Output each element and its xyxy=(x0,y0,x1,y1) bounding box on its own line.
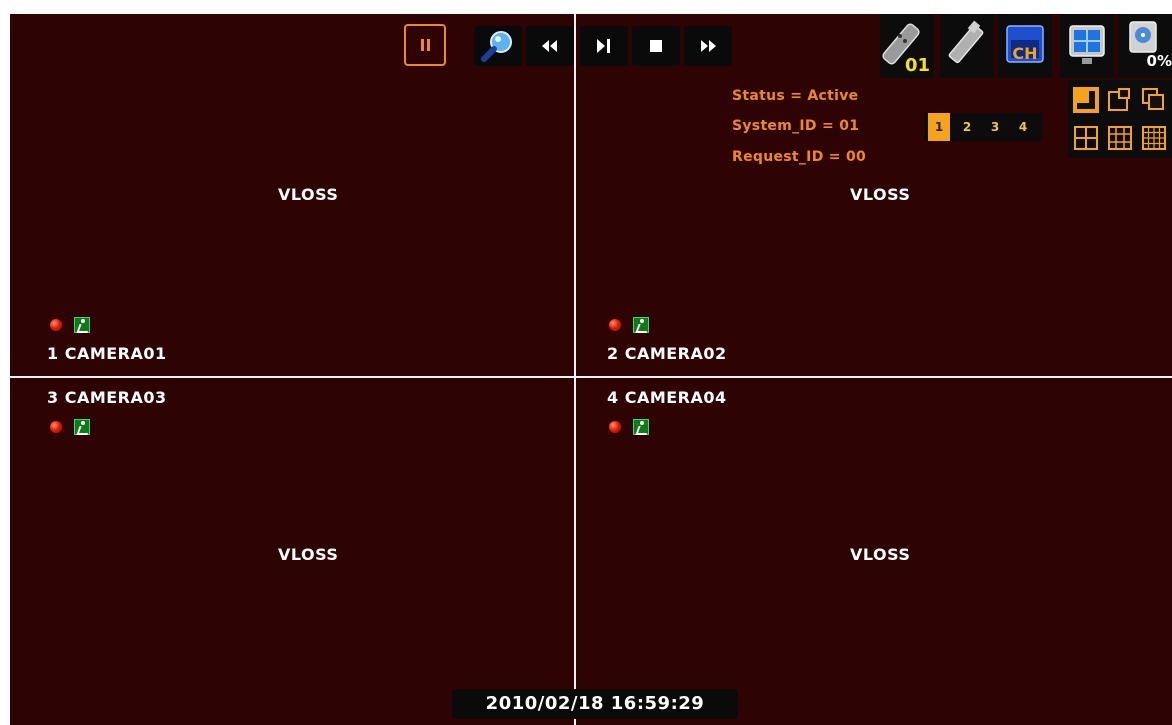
play-pause-icon xyxy=(597,39,610,53)
channel-status[interactable]: CH xyxy=(998,14,1052,78)
system-id-text: System_ID = 01 xyxy=(732,118,860,134)
rewind-icon xyxy=(542,40,557,52)
monitor-icon xyxy=(1069,25,1105,64)
play-pause-button[interactable] xyxy=(580,26,628,66)
record-indicator-icon xyxy=(50,319,62,331)
layout-9-split-icon[interactable] xyxy=(1106,124,1134,152)
page-button-1[interactable]: 1 xyxy=(928,113,950,141)
camera-label: 3 CAMERA03 xyxy=(47,388,167,407)
motion-detect-icon xyxy=(633,317,649,333)
video-loss-label: VLOSS xyxy=(278,185,339,204)
grid-divider-horizontal xyxy=(10,376,1172,378)
camera-label: 4 CAMERA04 xyxy=(607,388,727,407)
camera-label: 2 CAMERA02 xyxy=(607,344,727,363)
video-loss-label: VLOSS xyxy=(278,545,339,564)
usb-status[interactable] xyxy=(940,14,994,78)
datetime-display: 2010/02/18 16:59:29 xyxy=(452,689,738,719)
stop-icon xyxy=(650,40,662,52)
layout-pip-icon[interactable] xyxy=(1106,86,1134,114)
page-button-3[interactable]: 3 xyxy=(984,113,1006,141)
magnifier-icon xyxy=(481,31,512,62)
layout-selector xyxy=(1068,80,1172,158)
video-loss-label: VLOSS xyxy=(850,545,911,564)
record-indicator-icon xyxy=(609,319,621,331)
record-indicator-icon xyxy=(609,421,621,433)
page-selector: 1 2 3 4 xyxy=(924,113,1042,141)
motion-detect-icon xyxy=(74,419,90,435)
video-loss-label: VLOSS xyxy=(850,185,911,204)
pause-button[interactable] xyxy=(404,24,446,66)
motion-detect-icon xyxy=(633,419,649,435)
page-button-2[interactable]: 2 xyxy=(956,113,978,141)
disk-usage-label: 0% xyxy=(1146,52,1172,70)
record-indicator-icon xyxy=(50,421,62,433)
channel-label: CH xyxy=(1012,44,1038,63)
motion-detect-icon xyxy=(74,317,90,333)
fast-forward-button[interactable] xyxy=(684,26,732,66)
page-button-4[interactable]: 4 xyxy=(1012,113,1034,141)
grid-divider-vertical xyxy=(574,14,576,725)
disk-status[interactable]: 0% xyxy=(1118,14,1172,78)
display-status[interactable] xyxy=(1060,14,1114,78)
remote-id-label: 01 xyxy=(904,55,930,76)
usb-icon xyxy=(948,20,984,64)
layout-single-icon[interactable] xyxy=(1072,86,1100,114)
layout-cascade-icon[interactable] xyxy=(1140,86,1168,114)
stop-button[interactable] xyxy=(632,26,680,66)
camera-label: 1 CAMERA01 xyxy=(47,344,167,363)
layout-16-split-icon[interactable] xyxy=(1140,124,1168,152)
fast-forward-icon xyxy=(701,40,716,52)
layout-quad-icon[interactable] xyxy=(1072,124,1100,152)
rewind-button[interactable] xyxy=(526,26,574,66)
request-id-text: Request_ID = 00 xyxy=(732,149,867,165)
status-text: Status = Active xyxy=(732,88,859,104)
remote-control-status[interactable]: 01 xyxy=(880,14,934,78)
zoom-button[interactable] xyxy=(474,26,522,66)
